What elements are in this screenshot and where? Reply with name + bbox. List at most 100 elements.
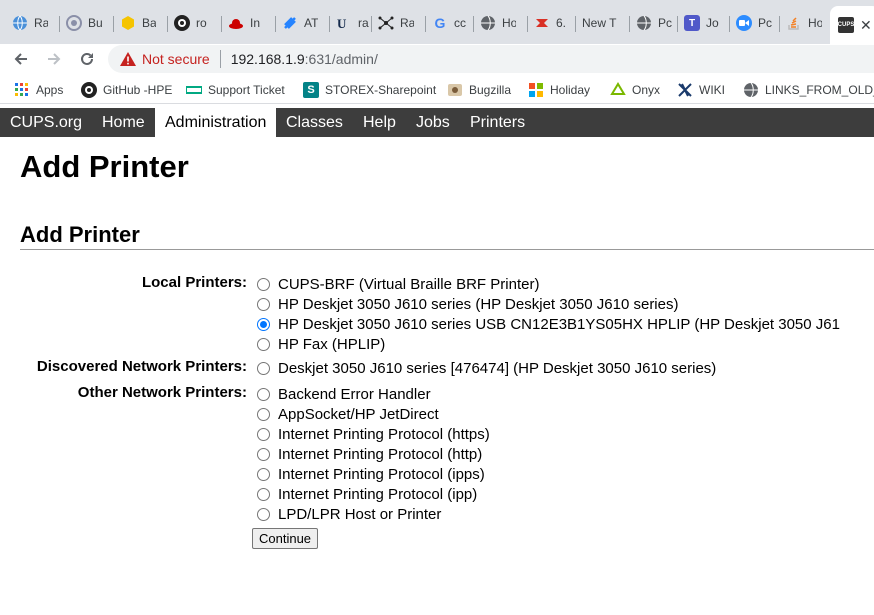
local-printers-label: Local Printers:	[141, 274, 247, 291]
browser-tab[interactable]: Ho	[474, 8, 528, 38]
nav-administration[interactable]: Administration	[155, 108, 277, 137]
forward-button[interactable]	[43, 48, 65, 70]
nav-classes[interactable]: Classes	[276, 108, 353, 137]
hexagon-icon	[120, 15, 136, 31]
printer-option[interactable]: Backend Error Handler	[257, 384, 431, 404]
printer-option[interactable]: Deskjet 3050 J610 series [476474] (HP De…	[257, 358, 716, 378]
globe-gray-icon	[636, 15, 652, 31]
svg-text:U: U	[337, 16, 347, 31]
section-title: Add Printer	[20, 222, 140, 247]
browser-tab[interactable]: G cc	[426, 8, 474, 38]
bookmark-holiday[interactable]: Holiday	[528, 81, 590, 99]
globe-gray-icon	[743, 82, 759, 98]
nav-printers[interactable]: Printers	[460, 108, 535, 137]
browser-tab[interactable]: AT	[276, 8, 330, 38]
bookmark-wiki[interactable]: WIKI	[677, 81, 725, 99]
printer-option[interactable]: Internet Printing Protocol (https)	[257, 424, 490, 444]
windows-icon	[528, 82, 544, 98]
browser-tab[interactable]: T Jo	[678, 8, 730, 38]
bugzilla-icon	[66, 15, 82, 31]
browser-tab[interactable]: 6.	[528, 8, 576, 38]
google-icon: G	[434, 15, 446, 31]
github-icon	[81, 82, 97, 98]
back-button[interactable]	[10, 48, 32, 70]
url-path: :631/admin/	[304, 51, 378, 67]
onyx-icon	[610, 82, 626, 98]
nav-cups-org[interactable]: CUPS.org	[0, 108, 92, 137]
wiki-icon	[677, 82, 693, 98]
uiuc-icon: U	[336, 15, 352, 31]
bookmark-apps[interactable]: Apps	[14, 81, 63, 99]
browser-tab[interactable]: Pc	[630, 8, 678, 38]
printer-option-selected[interactable]: HP Deskjet 3050 J610 series USB CN12E3B1…	[257, 314, 840, 334]
browser-tab[interactable]: Pc	[730, 8, 780, 38]
radio-button[interactable]	[257, 447, 270, 461]
continue-button[interactable]: Continue	[252, 528, 319, 549]
browser-toolbar: Not secure 192.168.1.9:631/admin/	[0, 44, 874, 74]
apps-grid-icon	[14, 82, 30, 98]
printer-option[interactable]: HP Deskjet 3050 J610 series (HP Deskjet …	[257, 294, 678, 314]
cups-icon: CUPS	[838, 17, 854, 33]
jira-icon	[282, 15, 298, 31]
forward-arrow-icon	[48, 53, 61, 65]
nav-help[interactable]: Help	[353, 108, 406, 137]
bookmark-storex-sharepoint[interactable]: S STOREX-Sharepoint	[303, 81, 436, 99]
radio-button[interactable]	[257, 487, 270, 501]
radio-button[interactable]	[257, 427, 270, 441]
nav-home[interactable]: Home	[92, 108, 155, 137]
browser-tab[interactable]: Ra	[6, 8, 60, 38]
bookmark-links-from-old[interactable]: LINKS_FROM_OLD_...	[743, 81, 874, 99]
radio-button[interactable]	[257, 277, 270, 291]
radio-button-checked[interactable]	[257, 317, 270, 331]
other-printers-label: Other Network Printers:	[77, 384, 247, 401]
zoom-icon	[736, 15, 752, 31]
printer-option[interactable]: AppSocket/HP JetDirect	[257, 404, 439, 424]
printer-option[interactable]: HP Fax (HPLIP)	[257, 334, 385, 354]
redhat-icon	[228, 15, 244, 31]
browser-tab[interactable]: Bu	[60, 8, 114, 38]
not-secure-label[interactable]: Not secure	[142, 51, 210, 67]
radio-button[interactable]	[257, 361, 270, 375]
printer-option[interactable]: Internet Printing Protocol (ipps)	[257, 464, 485, 484]
radio-button[interactable]	[257, 337, 270, 351]
browser-tab[interactable]: Ho	[780, 8, 828, 38]
bookmark-support-ticket[interactable]: Support Ticket	[186, 81, 285, 99]
browser-tab[interactable]: U ra	[330, 8, 372, 38]
browser-tab[interactable]: Ba	[114, 8, 168, 38]
browser-tab-active[interactable]: CUPS ✕	[830, 6, 874, 44]
browser-tab[interactable]: Ra	[372, 8, 426, 38]
browser-tab[interactable]: In	[222, 8, 276, 38]
reload-icon	[81, 52, 93, 65]
bookmarks-bar: Apps GitHub -HPE Support Ticket S STOREX…	[0, 76, 874, 104]
address-bar[interactable]: Not secure 192.168.1.9:631/admin/	[108, 45, 874, 73]
section-divider	[20, 249, 874, 250]
warning-triangle-icon	[120, 52, 136, 66]
page-title: Add Printer	[20, 149, 189, 184]
printer-option[interactable]: LPD/LPR Host or Printer	[257, 504, 441, 524]
teams-icon: T	[684, 15, 700, 31]
bookmark-github-hpe[interactable]: GitHub -HPE	[81, 81, 172, 99]
browser-tab[interactable]: ro	[168, 8, 222, 38]
sharepoint-icon: S	[303, 82, 319, 98]
close-tab-icon[interactable]: ✕	[860, 17, 872, 34]
radio-button[interactable]	[257, 407, 270, 421]
radio-button[interactable]	[257, 507, 270, 521]
printer-option[interactable]: Internet Printing Protocol (http)	[257, 444, 482, 464]
github-icon	[174, 15, 190, 31]
printer-option[interactable]: Internet Printing Protocol (ipp)	[257, 484, 477, 504]
back-arrow-icon	[14, 53, 27, 65]
radio-button[interactable]	[257, 467, 270, 481]
fedora-icon	[534, 15, 550, 31]
bookmark-onyx[interactable]: Onyx	[610, 81, 660, 99]
radio-button[interactable]	[257, 297, 270, 311]
bookmark-bugzilla[interactable]: Bugzilla	[447, 81, 511, 99]
url-host: 192.168.1.9	[230, 51, 305, 67]
reload-button[interactable]	[76, 48, 98, 70]
hpe-icon	[186, 82, 202, 98]
nav-jobs[interactable]: Jobs	[406, 108, 460, 137]
network-icon	[378, 15, 394, 31]
globe-icon	[12, 15, 28, 31]
radio-button[interactable]	[257, 387, 270, 401]
printer-option[interactable]: CUPS-BRF (Virtual Braille BRF Printer)	[257, 274, 539, 294]
browser-tab[interactable]: New T	[576, 8, 630, 38]
